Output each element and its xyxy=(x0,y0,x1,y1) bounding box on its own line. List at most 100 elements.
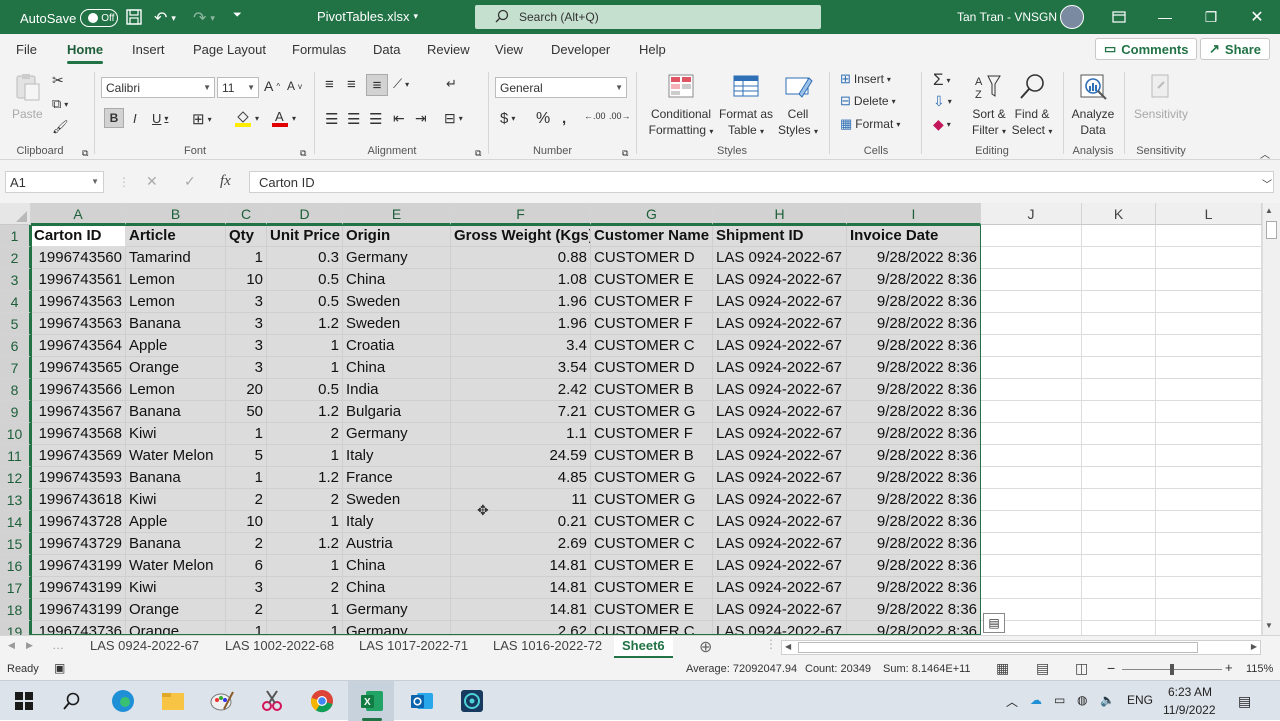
table-cell[interactable] xyxy=(1156,445,1262,467)
table-cell[interactable]: 11 xyxy=(451,489,591,511)
table-cell[interactable]: 2.62 xyxy=(451,621,591,635)
table-cell[interactable]: 14.81 xyxy=(451,577,591,599)
table-cell[interactable]: 1.2 xyxy=(267,533,343,555)
table-cell[interactable]: 9/28/2022 8:36 xyxy=(847,555,981,577)
sheet-tab[interactable]: LAS 1002-2022-68 xyxy=(225,638,334,653)
table-cell[interactable]: CUSTOMER E xyxy=(591,269,713,291)
comma-style-icon[interactable]: , xyxy=(562,110,566,127)
tab-page-layout[interactable]: Page Layout xyxy=(193,42,266,57)
decrease-font-icon[interactable]: Av xyxy=(287,79,302,93)
find-select-button[interactable]: Find & Select ▾ xyxy=(1010,72,1054,140)
header-cell[interactable]: Qty xyxy=(226,225,267,247)
table-cell[interactable] xyxy=(1082,423,1156,445)
align-center-icon[interactable]: ☰ xyxy=(347,110,360,128)
sheet-tab[interactable]: LAS 0924-2022-67 xyxy=(90,638,199,653)
row-header[interactable]: 7 xyxy=(0,357,31,379)
table-cell[interactable]: CUSTOMER C xyxy=(591,621,713,635)
table-cell[interactable] xyxy=(981,247,1082,269)
macro-record-icon[interactable]: ▣ xyxy=(54,661,65,675)
select-all-corner[interactable] xyxy=(0,203,31,225)
more-tabs-icon[interactable]: … xyxy=(52,638,64,652)
row-header[interactable]: 4 xyxy=(0,291,31,313)
ribbon-display-icon[interactable] xyxy=(1096,0,1142,34)
row-header[interactable]: 19 xyxy=(0,621,31,635)
row-header[interactable]: 10 xyxy=(0,423,31,445)
table-cell[interactable] xyxy=(981,423,1082,445)
table-cell[interactable]: Orange xyxy=(126,599,226,621)
sheet-tab-active[interactable]: Sheet6 xyxy=(614,636,673,658)
table-cell[interactable]: Banana xyxy=(126,401,226,423)
table-cell[interactable]: Italy xyxy=(343,445,451,467)
table-cell[interactable]: Croatia xyxy=(343,335,451,357)
merge-center-icon[interactable]: ⊟ ▾ xyxy=(444,110,463,127)
table-cell[interactable]: 1996743568 xyxy=(31,423,126,445)
table-cell[interactable]: 0.5 xyxy=(267,269,343,291)
increase-font-icon[interactable]: A ^ xyxy=(264,78,280,94)
minimize-icon[interactable]: — xyxy=(1142,0,1188,34)
file-name[interactable]: PivotTables.xlsx ▾ xyxy=(317,9,418,24)
table-cell[interactable] xyxy=(1082,335,1156,357)
table-cell[interactable]: LAS 0924-2022-67 xyxy=(713,533,847,555)
fill-icon[interactable]: ⇩ ▾ xyxy=(933,93,952,110)
page-break-view-icon[interactable]: ◫ xyxy=(1075,660,1088,677)
table-cell[interactable] xyxy=(1082,357,1156,379)
row-header[interactable]: 13 xyxy=(0,489,31,511)
table-cell[interactable]: 14.81 xyxy=(451,555,591,577)
table-cell[interactable]: CUSTOMER G xyxy=(591,401,713,423)
table-cell[interactable] xyxy=(1156,555,1262,577)
tab-file[interactable]: File xyxy=(16,42,37,57)
table-cell[interactable]: 9/28/2022 8:36 xyxy=(847,577,981,599)
table-cell[interactable]: 1 xyxy=(267,555,343,577)
table-cell[interactable] xyxy=(981,379,1082,401)
column-header[interactable]: K xyxy=(1082,203,1156,225)
table-cell[interactable]: CUSTOMER C xyxy=(591,335,713,357)
header-cell[interactable] xyxy=(1156,225,1262,247)
align-bottom-icon[interactable]: ≡ xyxy=(366,74,388,96)
onedrive-icon[interactable]: ☁ xyxy=(1030,693,1042,707)
column-header[interactable]: F xyxy=(451,203,591,225)
windows-start-icon[interactable] xyxy=(10,687,38,715)
tab-insert[interactable]: Insert xyxy=(132,42,165,57)
active-cell[interactable]: Carton ID xyxy=(31,225,126,247)
table-cell[interactable]: CUSTOMER D xyxy=(591,247,713,269)
table-cell[interactable]: Germany xyxy=(343,621,451,635)
table-cell[interactable]: Banana xyxy=(126,467,226,489)
page-layout-view-icon[interactable]: ▤ xyxy=(1036,660,1049,677)
table-cell[interactable] xyxy=(1082,621,1156,635)
table-cell[interactable]: Apple xyxy=(126,511,226,533)
table-cell[interactable]: 1996743199 xyxy=(31,555,126,577)
table-cell[interactable]: 9/28/2022 8:36 xyxy=(847,467,981,489)
format-painter-icon[interactable]: 🖌 xyxy=(52,119,69,135)
snipping-tool-icon[interactable] xyxy=(258,687,286,715)
volume-icon[interactable]: 🔈 xyxy=(1100,693,1115,707)
row-header[interactable]: 16 xyxy=(0,555,31,577)
delete-cells-button[interactable]: ⊟ Delete ▾ xyxy=(840,93,896,109)
row-header[interactable]: 14 xyxy=(0,511,31,533)
edge-browser-icon[interactable] xyxy=(109,687,137,715)
row-header[interactable]: 17 xyxy=(0,577,31,599)
outlook-app-icon[interactable] xyxy=(408,687,436,715)
alignment-launcher-icon[interactable]: ⧉ xyxy=(475,148,481,159)
table-cell[interactable] xyxy=(1082,555,1156,577)
table-cell[interactable]: Lemon xyxy=(126,291,226,313)
row-header[interactable]: 9 xyxy=(0,401,31,423)
table-cell[interactable]: Apple xyxy=(126,335,226,357)
table-cell[interactable]: 2 xyxy=(267,489,343,511)
clock-date[interactable]: 11/9/2022 xyxy=(1163,703,1216,717)
table-cell[interactable]: 6 xyxy=(226,555,267,577)
header-cell[interactable]: Unit Price xyxy=(267,225,343,247)
table-cell[interactable]: Sweden xyxy=(343,291,451,313)
tab-data[interactable]: Data xyxy=(373,42,400,57)
table-cell[interactable] xyxy=(981,533,1082,555)
table-cell[interactable]: 20 xyxy=(226,379,267,401)
sum-value[interactable]: Sum: 8.1464E+11 xyxy=(883,663,971,675)
table-cell[interactable]: 1996743567 xyxy=(31,401,126,423)
analyze-data-button[interactable]: Analyze Data xyxy=(1070,72,1116,138)
format-as-table-button[interactable]: Format as Table ▾ xyxy=(716,72,776,140)
sheet-tab[interactable]: LAS 1017-2022-71 xyxy=(359,638,468,653)
orientation-icon[interactable]: ⟋ ▾ xyxy=(393,76,409,92)
table-cell[interactable]: 1 xyxy=(267,511,343,533)
table-cell[interactable]: Banana xyxy=(126,313,226,335)
enter-icon[interactable]: ✓ xyxy=(184,173,196,190)
table-cell[interactable] xyxy=(1156,357,1262,379)
